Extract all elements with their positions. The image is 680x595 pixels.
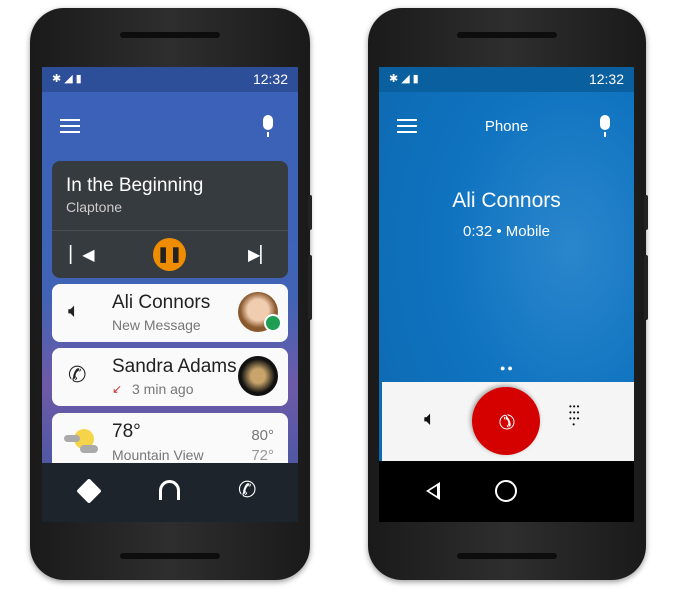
back-icon-inner	[429, 486, 437, 496]
status-bar: ✱◢▮ 12:32	[379, 67, 634, 92]
low-temp: 72°	[251, 447, 274, 464]
home-icon[interactable]	[495, 480, 517, 502]
menu-icon[interactable]	[60, 119, 80, 133]
phone-icon: ✆	[68, 362, 87, 387]
track-artist: Claptone	[66, 199, 123, 215]
hangouts-icon	[264, 314, 282, 332]
right-screen: ✱◢▮ 12:32 Phone Ali Connors 0:32 • Mobil…	[379, 67, 634, 522]
pause-button[interactable]: ❚❚	[153, 238, 186, 271]
status-bar: ✱◢▮ 12:32	[42, 67, 298, 92]
end-call-button[interactable]: ✆	[457, 372, 555, 470]
call-card[interactable]: ✆ Sandra Adams ↙ 3 min ago	[52, 348, 288, 406]
card-subtitle: 3 min ago	[132, 381, 194, 397]
mic-icon[interactable]	[263, 115, 273, 137]
bottom-speaker	[120, 553, 220, 559]
dialpad-icon[interactable]: ••• ••• ••• •	[569, 403, 580, 429]
volume-icon: 🔈︎	[68, 300, 80, 322]
partly-cloudy-icon	[64, 429, 98, 453]
card-title: Ali Connors	[112, 292, 211, 313]
next-icon[interactable]: ▶▏	[248, 245, 273, 265]
track-title: In the Beginning	[66, 175, 204, 196]
status-icons: ✱◢▮	[52, 73, 85, 85]
high-temp: 80°	[251, 427, 274, 444]
navigation-icon[interactable]	[76, 478, 102, 504]
volume-button[interactable]	[308, 255, 312, 320]
bottom-nav: ✆	[42, 463, 298, 522]
message-card[interactable]: 🔈︎ Ali Connors New Message	[52, 284, 288, 342]
phone-icon[interactable]: ✆	[238, 477, 256, 503]
status-time: 12:32	[588, 71, 624, 87]
system-nav-bar	[379, 461, 634, 522]
app-title: Phone	[484, 118, 529, 135]
headphones-icon[interactable]	[159, 480, 180, 500]
media-card[interactable]: In the Beginning Claptone ▏◀ ❚❚ ▶▏	[52, 161, 288, 278]
call-controls: 🔈︎ ✆ ••• ••• ••• •	[382, 372, 634, 470]
status-icons: ✱◢▮	[389, 73, 422, 85]
card-title: Sandra Adams	[112, 356, 237, 377]
temperature: 78°	[112, 421, 141, 442]
page-indicator: ●●	[500, 363, 515, 373]
card-subtitle: New Message	[112, 317, 201, 333]
left-screen: ✱◢▮ 12:32 In the Beginning Claptone ▏◀ ❚…	[42, 67, 298, 522]
missed-call-icon: ↙	[112, 382, 123, 396]
volume-button[interactable]	[644, 255, 648, 320]
earpiece	[120, 32, 220, 38]
status-time: 12:32	[252, 71, 288, 87]
mic-icon[interactable]	[600, 115, 610, 137]
call-info: 0:32 • Mobile	[463, 223, 550, 240]
previous-icon[interactable]: ▏◀	[70, 245, 95, 265]
bottom-speaker	[457, 553, 557, 559]
avatar	[238, 356, 278, 396]
divider	[52, 230, 288, 231]
earpiece	[457, 32, 557, 38]
location: Mountain View	[112, 447, 204, 463]
power-button[interactable]	[308, 195, 312, 230]
caller-name: Ali Connors	[452, 189, 561, 212]
power-button[interactable]	[644, 195, 648, 230]
speaker-icon[interactable]: 🔈︎	[424, 408, 436, 431]
